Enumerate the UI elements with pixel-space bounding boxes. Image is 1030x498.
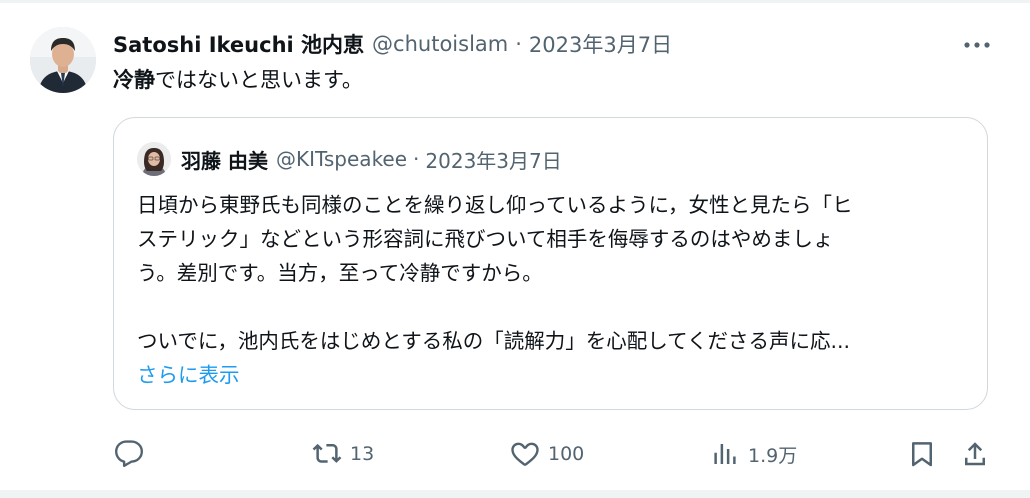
tweet-text-rest: ではないと思います。 bbox=[155, 68, 363, 92]
bookmark-button[interactable] bbox=[907, 434, 937, 474]
separator-dot: · bbox=[515, 32, 522, 56]
share-button[interactable] bbox=[960, 434, 990, 474]
like-count: 100 bbox=[548, 443, 585, 465]
views-button[interactable]: 1.9万 bbox=[710, 434, 797, 474]
quote-text-line bbox=[137, 290, 967, 324]
retweet-icon bbox=[312, 443, 342, 463]
quote-date: 2023年3月7日 bbox=[425, 148, 562, 173]
action-bar: 13 100 1.9万 bbox=[0, 434, 1030, 474]
tweet-date[interactable]: 2023年3月7日 bbox=[529, 29, 672, 59]
quote-text-line: ついでに，池内氏をはじめとする私の「読解力」を心配してくださる声に応... bbox=[137, 329, 851, 353]
views-count: 1.9万 bbox=[748, 444, 798, 467]
retweet-count: 13 bbox=[350, 443, 375, 465]
tweet-text-bold: 冷静 bbox=[113, 68, 155, 92]
avatar-image bbox=[30, 27, 96, 93]
share-icon bbox=[965, 442, 985, 466]
like-button[interactable]: 100 bbox=[510, 434, 584, 474]
reply-button[interactable] bbox=[114, 434, 144, 474]
more-dots-icon bbox=[964, 42, 990, 48]
avatar[interactable] bbox=[30, 27, 96, 93]
heart-icon bbox=[511, 442, 539, 466]
quoted-tweet[interactable]: 羽藤 由美 @KITspeakee · 2023年3月7日 日頃から東野氏も同様… bbox=[113, 117, 988, 410]
reply-icon bbox=[115, 440, 143, 468]
views-chart-icon bbox=[714, 444, 736, 464]
retweet-button[interactable]: 13 bbox=[312, 434, 374, 474]
quote-author-handle: @KITspeakee bbox=[275, 147, 408, 171]
divider bbox=[0, 0, 1030, 3]
divider bbox=[0, 490, 1030, 498]
quote-text-line: 日頃から東野氏も同様のことを繰り返し仰っているように，女性と見たら「ヒ bbox=[137, 193, 853, 217]
quote-text-line: ステリック」などという形容詞に飛びついて相手を侮辱するのはやめましょ bbox=[137, 227, 834, 251]
quote-avatar-image bbox=[137, 142, 171, 176]
author-handle[interactable]: @chutoislam bbox=[372, 32, 508, 56]
quote-text-line: う。差別です。当方，至って冷静ですから。 bbox=[137, 261, 543, 285]
author-name[interactable]: Satoshi Ikeuchi 池内恵 bbox=[113, 29, 364, 59]
quote-separator-dot: · bbox=[413, 147, 420, 171]
tweet-text: 冷静ではないと思います。 bbox=[113, 64, 363, 96]
bookmark-icon bbox=[912, 442, 932, 467]
quote-header: 羽藤 由美 @KITspeakee · 2023年3月7日 bbox=[181, 144, 562, 174]
quote-author-name: 羽藤 由美 bbox=[181, 148, 268, 173]
tweet-header: Satoshi Ikeuchi 池内恵 @chutoislam · 2023年3… bbox=[113, 28, 672, 60]
more-options-button[interactable] bbox=[958, 30, 996, 60]
show-more-link[interactable]: さらに表示 bbox=[137, 358, 240, 392]
quote-avatar bbox=[137, 142, 171, 176]
tweet: Satoshi Ikeuchi 池内恵 @chutoislam · 2023年3… bbox=[0, 0, 1030, 498]
quote-text: 日頃から東野氏も同様のことを繰り返し仰っているように，女性と見たら「ヒ ステリッ… bbox=[137, 188, 967, 392]
